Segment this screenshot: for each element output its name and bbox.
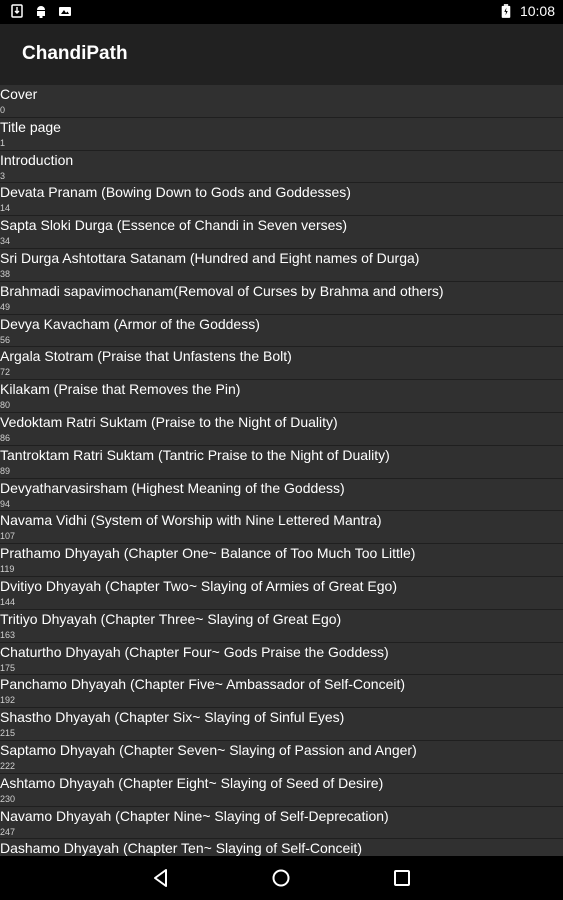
toc-item-title: Saptamo Dhyayah (Chapter Seven~ Slaying … xyxy=(0,741,417,758)
toc-item-title: Panchamo Dhyayah (Chapter Five~ Ambassad… xyxy=(0,676,406,693)
toc-list-item[interactable]: Vedoktam Ratri Suktam (Praise to the Nig… xyxy=(0,413,563,446)
battery-icon xyxy=(501,4,511,18)
toc-item-title: Tantroktam Ratri Suktam (Tantric Praise … xyxy=(0,446,390,463)
toc-item-title: Introduction xyxy=(0,151,74,168)
toc-item-page: 119 xyxy=(0,564,15,575)
toc-list-item[interactable]: Ashtamo Dhyayah (Chapter Eight~ Slaying … xyxy=(0,774,563,807)
toc-item-page: 86 xyxy=(0,432,11,443)
recents-icon[interactable] xyxy=(391,867,413,889)
toc-item-title: Sri Durga Ashtottara Satanam (Hundred an… xyxy=(0,249,420,266)
toc-item-title: Chaturtho Dhyayah (Chapter Four~ Gods Pr… xyxy=(0,643,389,660)
toc-item-page: 38 xyxy=(0,268,11,279)
toc-item-page: 107 xyxy=(0,531,16,542)
toc-item-title: Sapta Sloki Durga (Essence of Chandi in … xyxy=(0,217,348,234)
toc-item-page: 49 xyxy=(0,301,11,312)
sim-download-icon xyxy=(11,4,23,18)
toc-list-item[interactable]: Saptamo Dhyayah (Chapter Seven~ Slaying … xyxy=(0,741,563,774)
toc-list-item[interactable]: Cover 0 xyxy=(0,85,563,118)
toc-list-item[interactable]: Introduction 3 xyxy=(0,151,563,184)
toc-list-item[interactable]: Dvitiyo Dhyayah (Chapter Two~ Slaying of… xyxy=(0,577,563,610)
photo-icon xyxy=(59,7,71,16)
toc-item-title: Navamo Dhyayah (Chapter Nine~ Slaying of… xyxy=(0,807,389,824)
toc-item-page: 34 xyxy=(0,236,11,247)
navigation-bar xyxy=(0,856,563,900)
toc-item-page: 0 xyxy=(0,105,6,115)
toc-list-item[interactable]: Prathamo Dhyayah (Chapter One~ Balance o… xyxy=(0,544,563,577)
toc-list-item[interactable]: Devyatharvasirsham (Highest Meaning of t… xyxy=(0,479,563,512)
app-title: ChandiPath xyxy=(22,43,128,64)
toc-item-page: 14 xyxy=(0,203,11,214)
toc-item-page: 1 xyxy=(0,137,6,148)
toc-list-item[interactable]: Devya Kavacham (Armor of the Goddess) 56 xyxy=(0,315,563,348)
toc-list-item[interactable]: Brahmadi sapavimochanam(Removal of Curse… xyxy=(0,282,563,315)
table-of-contents-list[interactable]: Cover 0 Title page 1 Introduction 3 Devata Pra… xyxy=(0,85,563,856)
toc-list-item[interactable]: Argala Stotram (Praise that Unfastens th… xyxy=(0,347,563,381)
status-bar: 10:08 xyxy=(0,0,563,24)
home-icon[interactable] xyxy=(270,867,292,889)
toc-list-item[interactable]: Chaturtho Dhyayah (Chapter Four~ Gods Pr… xyxy=(0,643,563,676)
toc-item-page: 72 xyxy=(0,367,11,378)
toc-item-title: Vedoktam Ratri Suktam (Praise to the Nig… xyxy=(0,413,338,430)
toc-item-title: Dvitiyo Dhyayah (Chapter Two~ Slaying of… xyxy=(0,577,397,594)
toc-item-title: Tritiyo Dhyayah (Chapter Three~ Slaying … xyxy=(0,610,342,627)
toc-item-title: Dashamo Dhyayah (Chapter Ten~ Slaying of… xyxy=(0,840,362,856)
android-icon xyxy=(37,6,45,18)
toc-item-page: 230 xyxy=(0,793,16,804)
back-icon[interactable] xyxy=(150,867,172,889)
toc-item-page: 3 xyxy=(0,170,6,181)
notification-icons xyxy=(10,4,72,18)
toc-list-item[interactable]: Kilakam (Praise that Removes the Pin) 80 xyxy=(0,380,563,413)
toc-item-page: 222 xyxy=(0,760,16,771)
toc-list-item[interactable]: Sri Durga Ashtottara Satanam (Hundred an… xyxy=(0,249,563,282)
toc-list-item[interactable]: Tritiyo Dhyayah (Chapter Three~ Slaying … xyxy=(0,610,563,643)
toc-item-page: 94 xyxy=(0,498,11,509)
toc-item-page: 247 xyxy=(0,826,16,837)
toc-list-item[interactable]: Title page 1 xyxy=(0,118,563,151)
toc-item-page: 215 xyxy=(0,728,16,739)
toc-item-page: 89 xyxy=(0,465,11,476)
toc-list-item[interactable]: Navamo Dhyayah (Chapter Nine~ Slaying of… xyxy=(0,807,563,840)
toc-item-title: Brahmadi sapavimochanam(Removal of Curse… xyxy=(0,282,444,299)
clock: 10:08 xyxy=(519,3,555,19)
toc-item-page: 80 xyxy=(0,400,11,411)
toc-item-title: Kilakam (Praise that Removes the Pin) xyxy=(0,381,241,398)
toc-item-title: Devya Kavacham (Armor of the Goddess) xyxy=(0,315,260,332)
toc-item-title: Devyatharvasirsham (Highest Meaning of t… xyxy=(0,479,345,496)
toc-item-title: Navama Vidhi (System of Worship with Nin… xyxy=(0,512,382,529)
system-status: 10:08 xyxy=(500,3,555,19)
toc-list-item[interactable]: Sapta Sloki Durga (Essence of Chandi in … xyxy=(0,216,563,249)
app-bar: ChandiPath xyxy=(0,24,563,85)
toc-item-title: Cover xyxy=(0,86,38,102)
toc-item-title: Devata Pranam (Bowing Down to Gods and G… xyxy=(0,184,351,201)
toc-list-item[interactable]: Shastho Dhyayah (Chapter Six~ Slaying of… xyxy=(0,708,563,741)
toc-list-item[interactable]: Navama Vidhi (System of Worship with Nin… xyxy=(0,511,563,545)
toc-item-page: 56 xyxy=(0,334,11,345)
toc-list-item[interactable]: Dashamo Dhyayah (Chapter Ten~ Slaying of… xyxy=(0,839,563,856)
toc-item-page: 144 xyxy=(0,596,16,607)
toc-item-title: Shastho Dhyayah (Chapter Six~ Slaying of… xyxy=(0,709,345,726)
toc-item-page: 163 xyxy=(0,629,16,640)
toc-item-page: 175 xyxy=(0,662,16,673)
toc-item-title: Ashtamo Dhyayah (Chapter Eight~ Slaying … xyxy=(0,774,384,791)
toc-list-item[interactable]: Devata Pranam (Bowing Down to Gods and G… xyxy=(0,183,563,217)
toc-item-title: Argala Stotram (Praise that Unfastens th… xyxy=(0,348,292,365)
toc-list-item[interactable]: Panchamo Dhyayah (Chapter Five~ Ambassad… xyxy=(0,675,563,709)
toc-item-title: Title page xyxy=(0,118,61,135)
toc-list-item[interactable]: Tantroktam Ratri Suktam (Tantric Praise … xyxy=(0,446,563,479)
toc-item-title: Prathamo Dhyayah (Chapter One~ Balance o… xyxy=(0,545,416,562)
toc-item-page: 192 xyxy=(0,695,16,706)
